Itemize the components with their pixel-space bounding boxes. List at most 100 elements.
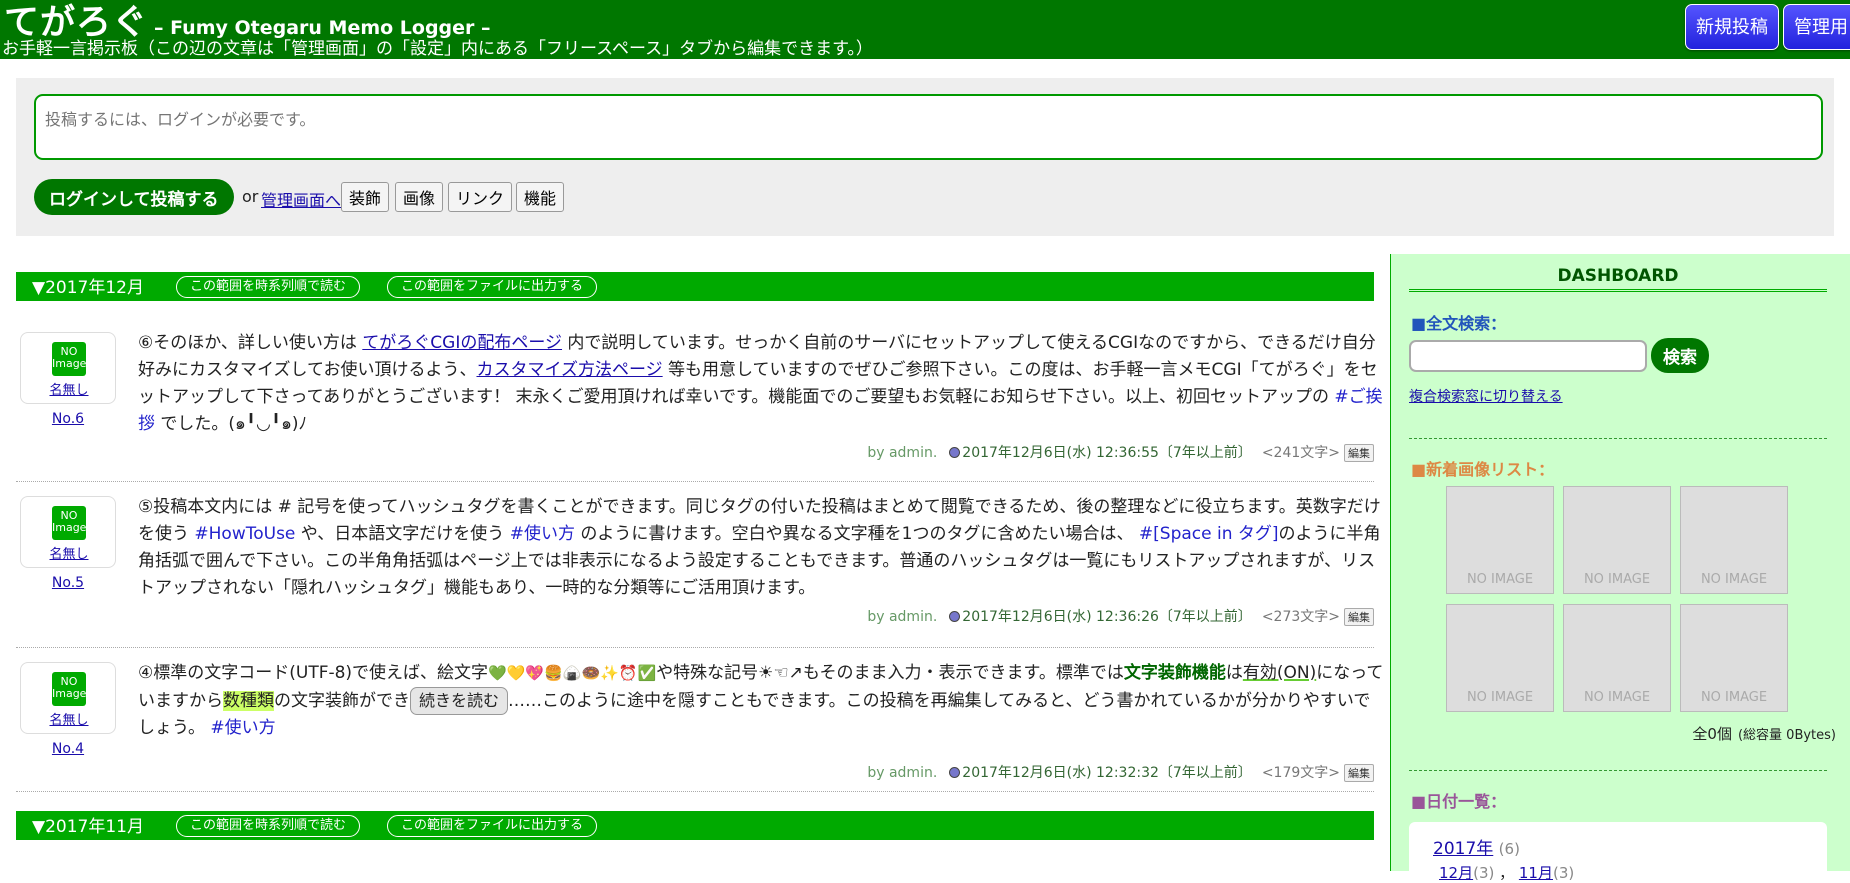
month-bar-2017-12: ▼2017年12月 この範囲を時系列順で読む この範囲をファイルに出力する xyxy=(16,272,1374,301)
avatar: NO Image 名無し xyxy=(20,662,116,734)
post-6: NO Image 名無し No.6 ⑥そのほか、詳しい使い方は てがろぐCGIの配… xyxy=(16,318,1383,482)
post-text: でした。(๑╹◡╹๑)ﾉ xyxy=(155,414,308,434)
image-capacity: (総容量 0Bytes) xyxy=(1737,728,1836,743)
clock-icon xyxy=(949,767,961,778)
customize-page-link[interactable]: カスタマイズ方法ページ xyxy=(476,360,662,380)
post-date-link[interactable]: 2017年12月6日(水) 12:32:32〔7年以上前〕 xyxy=(962,765,1252,781)
post-4: NO Image 名無し No.4 ④標準の文字コード(UTF-8)で使えば、絵文… xyxy=(16,650,1383,792)
admin-button[interactable]: 管理用 xyxy=(1783,4,1850,50)
post-meta: by admin. 2017年12月6日(水) 12:36:26〔7年以上前〕 <2… xyxy=(867,606,1374,626)
advanced-search-link[interactable]: 複合検索窓に切り替える xyxy=(1409,386,1563,406)
link-button[interactable]: リンク xyxy=(448,182,513,212)
post-body: ④標準の文字コード(UTF-8)で使えば、絵文字💚💛💖🍔🍙🍩✨⏰✅や特殊な記号☀… xyxy=(138,660,1386,742)
year-item: 2017年 (6) xyxy=(1433,834,1520,859)
new-post-button[interactable]: 新規投稿 xyxy=(1685,4,1779,50)
distribution-page-link[interactable]: てがろぐCGIの配布ページ xyxy=(362,333,562,353)
site-description: お手軽一言掲示板（この辺の文章は「管理画面」の「設定」内にある「フリースペース」… xyxy=(2,39,873,59)
no-image-icon: NO Image xyxy=(52,506,86,540)
image-thumbnail[interactable]: NO IMAGE xyxy=(1563,486,1671,594)
hashtag-link[interactable]: #使い方 xyxy=(510,524,575,544)
post-text: は xyxy=(1225,663,1243,683)
clock-icon xyxy=(949,447,961,458)
edit-button[interactable]: 編集 xyxy=(1344,764,1374,782)
author-name[interactable]: 名無し xyxy=(21,709,117,728)
year-link[interactable]: 2017年 xyxy=(1433,839,1493,859)
search-button[interactable]: 検索 xyxy=(1651,338,1709,373)
post-body: ⑥そのほか、詳しい使い方は てがろぐCGIの配布ページ 内で説明しています。せっ… xyxy=(138,330,1386,438)
post-text: のように書けます。空白や異なる文字種を1つのタグに含めたい場合は、 xyxy=(574,524,1139,544)
month-link-11[interactable]: 11月 xyxy=(1519,864,1553,882)
post-text: ④標準の文字コード(UTF-8)で使えば、絵文字 xyxy=(138,663,489,683)
admin-page-link[interactable]: 管理画面へ xyxy=(261,187,341,211)
date-list: 2017年 (6) 12月(3) ， 11月(3) xyxy=(1409,822,1827,882)
post-meta: by admin. 2017年12月6日(水) 12:36:55〔7年以上前〕 <2… xyxy=(867,442,1374,462)
char-count: <241文字> xyxy=(1261,445,1340,461)
month-link-12[interactable]: 12月 xyxy=(1439,864,1473,882)
month-label: ▼2017年12月 xyxy=(32,278,144,298)
main-column: ▼2017年12月 この範囲を時系列順で読む この範囲をファイルに出力する NO… xyxy=(16,254,1383,871)
new-images-heading: ■新着画像リスト： xyxy=(1411,460,1555,479)
post-number[interactable]: No.4 xyxy=(20,741,116,757)
function-button[interactable]: 機能 xyxy=(516,182,565,212)
post-date-link[interactable]: 2017年12月6日(水) 12:36:26〔7年以上前〕 xyxy=(962,609,1252,625)
char-count: <179文字> xyxy=(1261,765,1340,781)
post-textarea[interactable] xyxy=(34,94,1823,160)
search-input[interactable] xyxy=(1409,340,1647,372)
month-count: (3) xyxy=(1473,864,1495,882)
clock-icon xyxy=(949,611,961,622)
no-image-icon: NO Image xyxy=(52,672,86,706)
post-author: by admin. xyxy=(867,765,938,781)
read-chronological-button[interactable]: この範囲を時系列順で読む xyxy=(176,815,361,837)
export-file-button[interactable]: この範囲をファイルに出力する xyxy=(387,815,598,837)
image-total: 全0個 xyxy=(1692,725,1732,743)
month-items: 12月(3) ， 11月(3) xyxy=(1439,864,1575,882)
no-image-label: NO IMAGE xyxy=(1466,690,1534,705)
image-thumbnail[interactable]: NO IMAGE xyxy=(1680,604,1788,712)
emoji-list: 💚💛💖🍔🍙🍩✨⏰✅ xyxy=(488,664,657,682)
read-more-button[interactable]: 続きを読む xyxy=(410,687,509,715)
post-text: や特殊な記号☀☜↗もそのまま入力・表示できます。標準では xyxy=(656,663,1124,683)
author-name[interactable]: 名無し xyxy=(21,543,117,562)
edit-button[interactable]: 編集 xyxy=(1344,608,1374,626)
dashboard-title: DASHBOARD xyxy=(1409,266,1827,292)
highlighted-text: 数種類 xyxy=(223,691,274,711)
month-bar-2017-11: ▼2017年11月 この範囲を時系列順で読む この範囲をファイルに出力する xyxy=(16,811,1374,840)
post-date-link[interactable]: 2017年12月6日(水) 12:36:55〔7年以上前〕 xyxy=(962,445,1252,461)
sidebar: DASHBOARD ■全文検索： 検索 複合検索窓に切り替える ■新着画像リスト… xyxy=(1390,254,1850,882)
image-thumbnail[interactable]: NO IMAGE xyxy=(1680,486,1788,594)
hashtag-link[interactable]: #使い方 xyxy=(210,718,275,738)
post-text: ⑥そのほか、詳しい使い方は xyxy=(138,333,363,353)
month-count: (3) xyxy=(1552,864,1575,882)
hashtag-link[interactable]: #[Space in タグ] xyxy=(1139,524,1279,544)
year-count: (6) xyxy=(1498,840,1520,858)
icon-text: Image xyxy=(52,521,87,534)
post-body: ⑤投稿本文内には # 記号を使ってハッシュタグを書くことができます。同じタグの付… xyxy=(138,494,1386,602)
icon-text: Image xyxy=(52,687,87,700)
decoration-button[interactable]: 装飾 xyxy=(341,182,390,212)
image-thumbnail[interactable]: NO IMAGE xyxy=(1563,604,1671,712)
fulltext-search-heading: ■全文検索： xyxy=(1411,314,1507,333)
image-thumbnail[interactable]: NO IMAGE xyxy=(1446,486,1554,594)
login-and-post-button[interactable]: ログインして投稿する xyxy=(34,179,234,215)
date-list-heading: ■日付一覧： xyxy=(1411,792,1507,811)
post-author: by admin. xyxy=(867,445,938,461)
post-number[interactable]: No.5 xyxy=(20,575,116,591)
no-image-label: NO IMAGE xyxy=(1583,572,1651,587)
underlined-text: 有効(ON) xyxy=(1242,663,1317,683)
export-file-button[interactable]: この範囲をファイルに出力する xyxy=(387,276,598,298)
image-thumbnail[interactable]: NO IMAGE xyxy=(1446,604,1554,712)
image-count: 全0個 (総容量 0Bytes) xyxy=(1692,723,1836,744)
image-button[interactable]: 画像 xyxy=(395,182,444,212)
no-image-label: NO IMAGE xyxy=(1466,572,1534,587)
read-chronological-button[interactable]: この範囲を時系列順で読む xyxy=(176,276,361,298)
post-form: ログインして投稿する or 管理画面へ 装飾 画像 リンク 機能 xyxy=(16,78,1834,236)
month-label: ▼2017年11月 xyxy=(32,817,144,837)
no-image-label: NO IMAGE xyxy=(1583,690,1651,705)
no-image-icon: NO Image xyxy=(52,342,86,376)
author-name[interactable]: 名無し xyxy=(21,379,117,398)
post-number[interactable]: No.6 xyxy=(20,411,116,427)
edit-button[interactable]: 編集 xyxy=(1344,444,1374,462)
or-text: or xyxy=(242,187,259,206)
hashtag-link[interactable]: #HowToUse xyxy=(194,524,295,544)
bold-text: 文字装飾機能 xyxy=(1123,663,1226,683)
